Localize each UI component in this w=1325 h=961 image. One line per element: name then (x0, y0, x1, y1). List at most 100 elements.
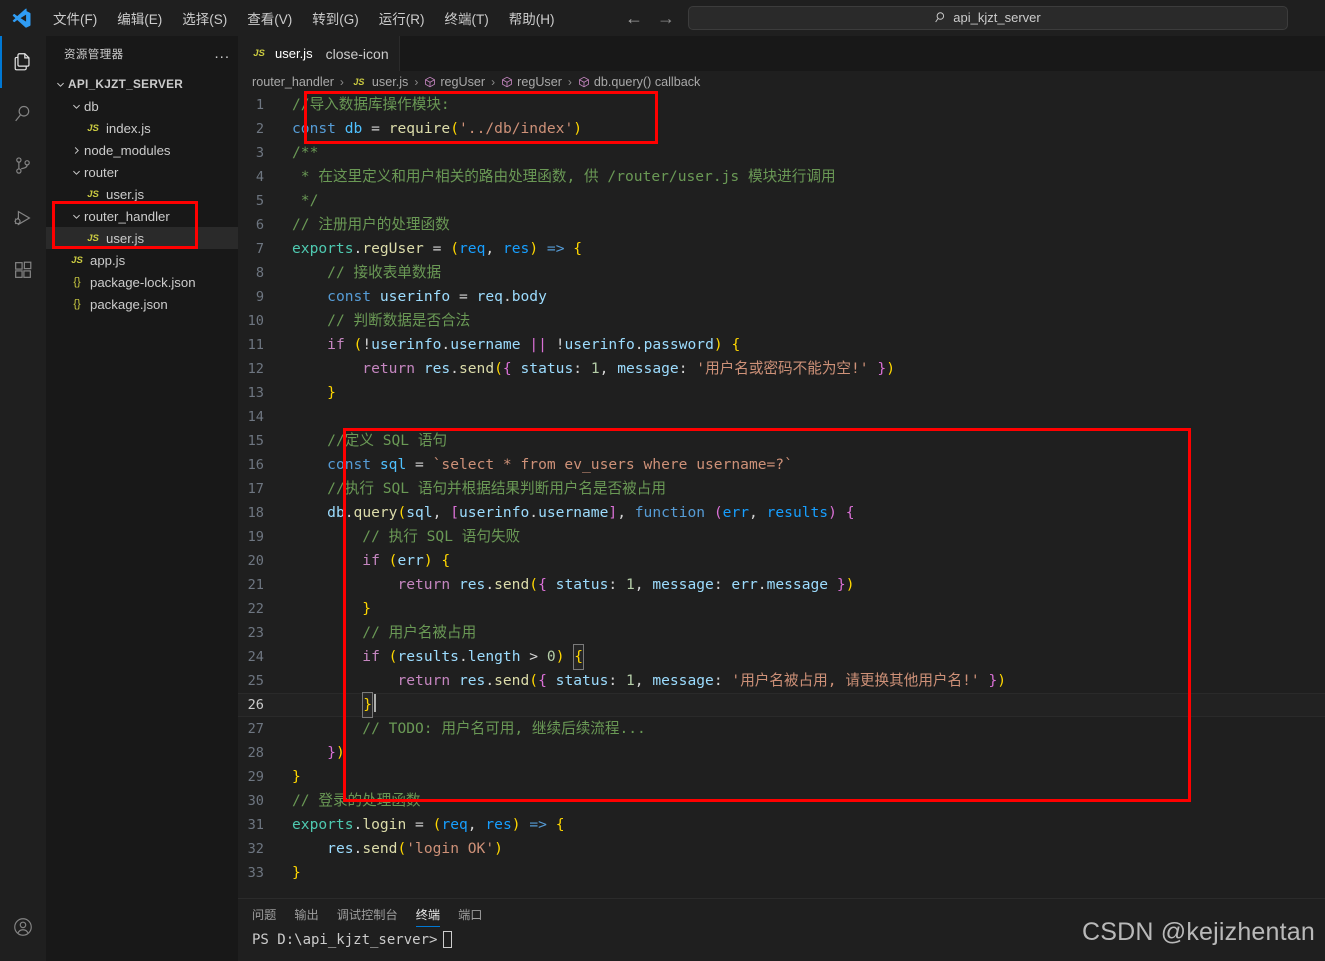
breadcrumb-item-reguser-2[interactable]: regUser (501, 75, 562, 89)
chevron-down-icon (68, 167, 84, 178)
line-text: const sql = `select * from ev_users wher… (327, 456, 793, 473)
tree-item-db-index-js[interactable]: JS index.js (46, 117, 238, 139)
code-line: 3 /** (238, 141, 1325, 165)
tree-item-router[interactable]: router (46, 161, 238, 183)
tree-item-app-js[interactable]: JS app.js (46, 249, 238, 271)
line-number: 17 (247, 481, 264, 497)
tree-item-label: db (84, 98, 99, 114)
breadcrumb-label: regUser (440, 75, 486, 89)
editor-group: JS user.js close-icon router_handler › J… (238, 36, 1325, 961)
explorer-header: 资源管理器 ... (46, 36, 238, 71)
menu-edit[interactable]: 编辑(E) (108, 5, 171, 31)
json-file-icon: {} (73, 276, 81, 288)
tree-item-api-kjzt-server[interactable]: API_KJZT_SERVER (46, 73, 238, 95)
chevron-right-icon (68, 145, 84, 156)
panel-tab-output[interactable]: 输出 (294, 899, 318, 929)
breadcrumb-item-router-handler[interactable]: router_handler (252, 75, 334, 89)
code-line: 23 // 用户名被占用 (238, 621, 1325, 645)
line-text: //执行 SQL 语句并根据结果判断用户名是否被占用 (327, 480, 666, 497)
breadcrumb-separator: › (491, 75, 496, 89)
line-number: 33 (247, 865, 264, 881)
tree-item-router-handler-user-js[interactable]: JS user.js (46, 227, 238, 249)
menu-selection[interactable]: 选择(S) (173, 5, 236, 31)
menu-view[interactable]: 查看(V) (238, 5, 301, 31)
activitybar-run-debug[interactable] (0, 192, 46, 244)
tree-item-node-modules[interactable]: node_modules (46, 139, 238, 161)
menu-help[interactable]: 帮助(H) (500, 5, 564, 31)
js-file-icon: JS (71, 254, 83, 266)
tree-item-label: node_modules (84, 142, 171, 158)
js-file-icon: JS (87, 188, 99, 200)
breadcrumb: router_handler › JS user.js › regUser › … (238, 71, 1325, 93)
activitybar-extensions[interactable] (0, 244, 46, 296)
panel-tab-debug-console[interactable]: 调试控制台 (337, 899, 398, 929)
tab-user-js[interactable]: JS user.js close-icon (238, 36, 400, 71)
line-text: const db = require('../db/index') (292, 120, 583, 137)
back-arrow-icon[interactable]: ← (625, 9, 643, 27)
chevron-down-icon (52, 79, 68, 90)
code-line: 7 exports.regUser = (req, res) => { (238, 237, 1325, 261)
code-line: 25 return res.send({ status: 1, message:… (238, 669, 1325, 693)
code-line: 13 } (238, 381, 1325, 405)
title-bar: 文件(F) 编辑(E) 选择(S) 查看(V) 转到(G) 运行(R) 终端(T… (0, 0, 1325, 36)
panel-tab-terminal[interactable]: 终端 (415, 899, 441, 929)
js-file-icon: JS (253, 48, 265, 59)
line-text: db.query(sql, [userinfo.username], funct… (327, 504, 855, 521)
code-editor[interactable]: 1 //导入数据库操作模块: 2 const db = require('../… (238, 93, 1325, 898)
search-icon (935, 11, 948, 24)
code-line: 6 // 注册用户的处理函数 (238, 213, 1325, 237)
tree-item-label: package.json (90, 296, 168, 312)
line-text: if (err) { (362, 552, 451, 569)
breadcrumb-item-user-js[interactable]: JS user.js (350, 75, 408, 89)
js-file-icon: JS (353, 77, 365, 87)
line-number: 23 (247, 625, 264, 641)
activitybar-search[interactable] (0, 88, 46, 140)
explorer-title: 资源管理器 (64, 48, 124, 61)
close-icon[interactable]: close-icon (326, 47, 389, 61)
code-line: 24 if (results.length > 0) { (238, 644, 1325, 670)
tree-item-router-handler[interactable]: router_handler (46, 205, 238, 227)
symbol-method-icon (424, 76, 436, 88)
line-number: 22 (247, 601, 264, 617)
activitybar-explorer[interactable] (0, 36, 46, 88)
menu-file[interactable]: 文件(F) (44, 5, 106, 31)
line-text: } (288, 692, 1325, 718)
line-number: 18 (247, 505, 264, 521)
line-text (288, 405, 1325, 429)
breadcrumb-separator: › (339, 75, 344, 89)
tree-item-router-user-js[interactable]: JS user.js (46, 183, 238, 205)
tree-item-package-json[interactable]: {} package.json (46, 293, 238, 315)
explorer-more-actions-icon[interactable]: ... (214, 46, 230, 61)
menu-run[interactable]: 运行(R) (370, 5, 434, 31)
line-text: // 接收表单数据 (327, 264, 442, 281)
tree-item-package-lock-json[interactable]: {} package-lock.json (46, 271, 238, 293)
navigation-arrows: ← → (625, 9, 675, 27)
line-number: 30 (247, 793, 264, 809)
forward-arrow-icon[interactable]: → (657, 9, 675, 27)
line-text: // 登录的处理函数 (292, 792, 421, 809)
quick-input-bar[interactable]: api_kjzt_server (688, 5, 1288, 30)
line-text: if (results.length > 0) { (288, 644, 1325, 670)
code-line: 5 */ (238, 189, 1325, 213)
code-line: 28 }) (238, 741, 1325, 765)
activitybar-source-control[interactable] (0, 140, 46, 192)
tree-item-label: user.js (106, 186, 145, 202)
line-text: /** (292, 144, 319, 161)
tree-item-db[interactable]: db (46, 95, 238, 117)
line-number: 25 (247, 673, 264, 689)
activitybar-account[interactable] (0, 901, 46, 953)
line-number: 24 (247, 649, 264, 665)
line-number: 29 (247, 769, 264, 785)
breadcrumb-item-reguser-1[interactable]: regUser (424, 75, 485, 89)
panel-tab-problems[interactable]: 问题 (252, 899, 276, 929)
code-content: 1 //导入数据库操作模块: 2 const db = require('../… (238, 93, 1325, 885)
breadcrumb-item-db-query-callback[interactable]: db.query() callback (578, 75, 700, 89)
line-text: //导入数据库操作模块: (292, 96, 450, 113)
menu-terminal[interactable]: 终端(T) (436, 5, 498, 31)
panel-tab-ports[interactable]: 端口 (458, 899, 482, 929)
line-number: 14 (247, 409, 264, 425)
workbench-body: 资源管理器 ... API_KJZT_SERVER db JS index.js… (0, 36, 1325, 961)
tabs-filler (399, 36, 1325, 71)
tree-item-label: user.js (106, 230, 145, 246)
menu-goto[interactable]: 转到(G) (303, 5, 368, 31)
